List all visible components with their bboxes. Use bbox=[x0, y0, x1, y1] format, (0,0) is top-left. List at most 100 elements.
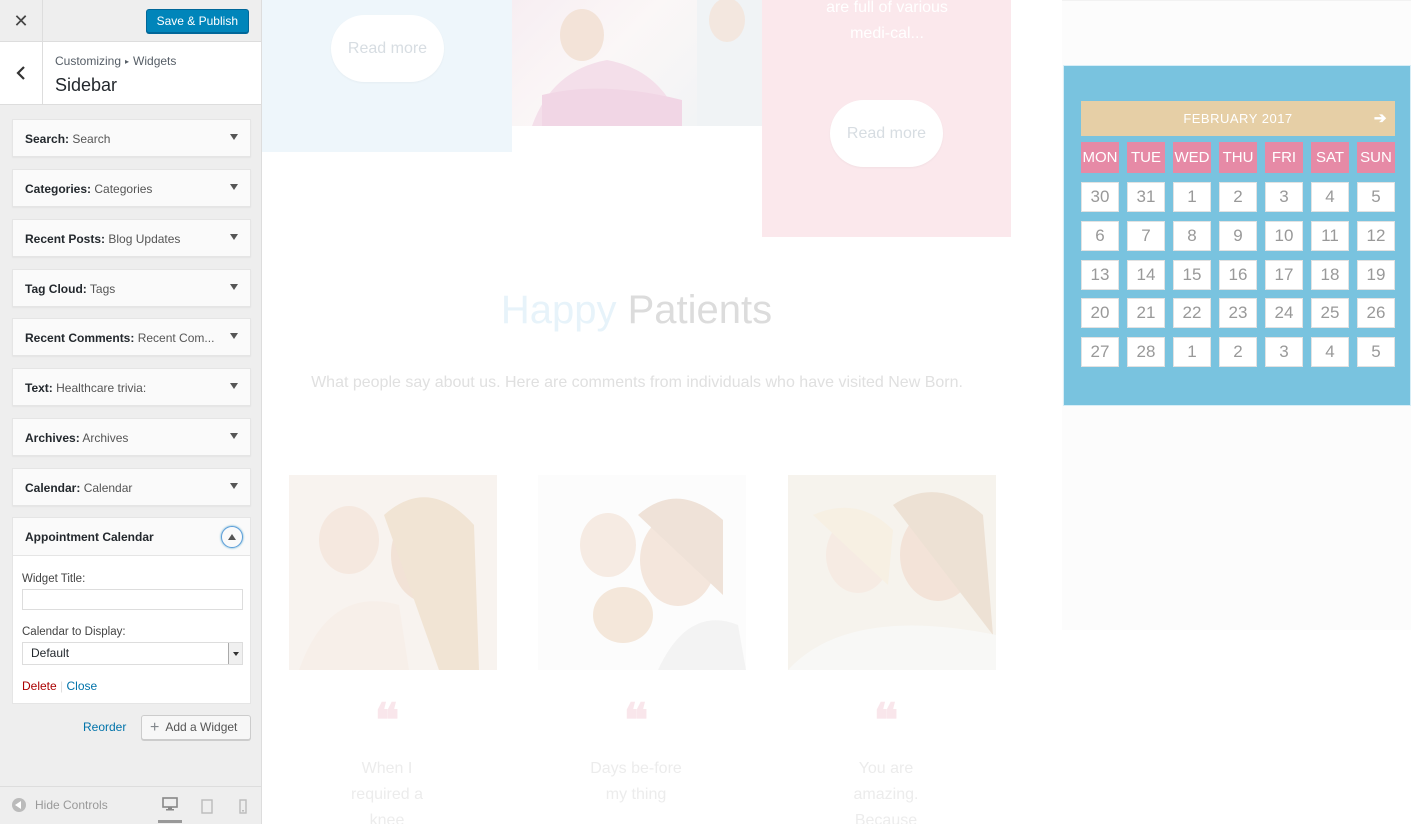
close-icon: ✕ bbox=[13, 10, 29, 31]
calendar-day[interactable]: 1 bbox=[1173, 182, 1211, 212]
back-button[interactable] bbox=[0, 42, 43, 104]
calendar-day[interactable]: 8 bbox=[1173, 221, 1211, 251]
calendar-day[interactable]: 27 bbox=[1081, 337, 1119, 367]
widget-actions: Delete | Close bbox=[22, 679, 97, 693]
widget-calendar[interactable]: Calendar: Calendar bbox=[12, 468, 251, 506]
preview-tablet-button[interactable] bbox=[195, 795, 219, 817]
calendar-day[interactable]: 21 bbox=[1127, 298, 1165, 328]
calendar-day[interactable]: 28 bbox=[1127, 337, 1165, 367]
widget-type: Recent Posts: bbox=[25, 232, 106, 246]
preview-mobile-button[interactable] bbox=[231, 795, 255, 817]
reorder-link[interactable]: Reorder bbox=[83, 720, 126, 734]
widget-text[interactable]: Text: Healthcare trivia: bbox=[12, 368, 251, 406]
hide-controls-button[interactable]: Hide Controls bbox=[12, 798, 108, 812]
expand-arrow-icon[interactable] bbox=[230, 284, 238, 290]
calendar-day[interactable]: 12 bbox=[1357, 221, 1395, 251]
widget-title-input[interactable] bbox=[22, 589, 243, 610]
widget-instance: Healthcare trivia: bbox=[56, 381, 147, 395]
preview-desktop-button[interactable] bbox=[158, 793, 182, 823]
calendar-day[interactable]: 4 bbox=[1311, 182, 1349, 212]
section-title-word1: Happy bbox=[500, 288, 617, 332]
calendar-day[interactable]: 7 bbox=[1127, 221, 1165, 251]
next-month-arrow-icon[interactable]: ➔ bbox=[1374, 101, 1387, 136]
calendar-day[interactable]: 17 bbox=[1265, 260, 1303, 290]
calendar-month-header: FEBRUARY 2017 ➔ bbox=[1081, 101, 1395, 136]
collapse-widget-button[interactable] bbox=[221, 526, 243, 548]
patient-photo-3 bbox=[788, 475, 996, 670]
calendar-day[interactable]: 13 bbox=[1081, 260, 1119, 290]
calendar-day[interactable]: 23 bbox=[1219, 298, 1257, 328]
calendar-day[interactable]: 5 bbox=[1357, 182, 1395, 212]
calendar-day[interactable]: 10 bbox=[1265, 221, 1303, 251]
calendar-day[interactable]: 30 bbox=[1081, 182, 1119, 212]
expand-arrow-icon[interactable] bbox=[230, 383, 238, 389]
widget-instance: Archives bbox=[82, 431, 129, 445]
calendar-day[interactable]: 3 bbox=[1265, 337, 1303, 367]
widget-header[interactable]: Appointment Calendar bbox=[13, 518, 250, 556]
expand-arrow-icon[interactable] bbox=[230, 234, 238, 240]
close-customizer-button[interactable]: ✕ bbox=[0, 0, 43, 42]
calendar-day[interactable]: 31 bbox=[1127, 182, 1165, 212]
calendar-day[interactable]: 15 bbox=[1173, 260, 1211, 290]
hide-controls-label: Hide Controls bbox=[35, 798, 108, 812]
calendar-day[interactable]: 5 bbox=[1357, 337, 1395, 367]
widget-appointment-calendar: Appointment Calendar Widget Title: Calen… bbox=[12, 517, 251, 704]
doctor-patient-photo bbox=[532, 0, 762, 126]
calendar-day[interactable]: 25 bbox=[1311, 298, 1349, 328]
breadcrumb: Customizing ▸ Widgets bbox=[55, 54, 176, 68]
calendar-day[interactable]: 19 bbox=[1357, 260, 1395, 290]
expand-arrow-icon[interactable] bbox=[230, 433, 238, 439]
calendar-day[interactable]: 26 bbox=[1357, 298, 1395, 328]
calendar-day[interactable]: 2 bbox=[1219, 182, 1257, 212]
calendar-day[interactable]: 22 bbox=[1173, 298, 1211, 328]
read-more-button[interactable]: Read more bbox=[830, 100, 943, 167]
calendar-day[interactable]: 18 bbox=[1311, 260, 1349, 290]
weekday-header: THU bbox=[1219, 142, 1257, 173]
widget-archives[interactable]: Archives: Archives bbox=[12, 418, 251, 456]
calendar-day[interactable]: 6 bbox=[1081, 221, 1119, 251]
calendar-day[interactable]: 9 bbox=[1219, 221, 1257, 251]
delete-link[interactable]: Delete bbox=[22, 679, 57, 693]
dropdown-arrow-icon[interactable] bbox=[228, 643, 242, 664]
plus-icon: + bbox=[150, 719, 160, 736]
expand-arrow-icon[interactable] bbox=[230, 483, 238, 489]
customizer-sidebar: ✕ Save & Publish Customizing ▸ Widgets Sid… bbox=[0, 0, 262, 824]
service-card-image bbox=[512, 0, 762, 126]
calendar-day[interactable]: 4 bbox=[1311, 337, 1349, 367]
divider bbox=[1062, 0, 1411, 1]
widget-type: Archives: bbox=[25, 431, 80, 445]
widget-type: Tag Cloud: bbox=[25, 282, 87, 296]
widget-instance: Blog Updates bbox=[108, 232, 181, 246]
calendar-day[interactable]: 16 bbox=[1219, 260, 1257, 290]
widget-search[interactable]: Search: Search bbox=[12, 119, 251, 157]
collapse-circle-icon bbox=[12, 798, 26, 812]
calendar-day[interactable]: 20 bbox=[1081, 298, 1119, 328]
expand-arrow-icon[interactable] bbox=[230, 333, 238, 339]
calendar-select[interactable]: Default bbox=[22, 642, 243, 665]
widget-recent-comments[interactable]: Recent Comments: Recent Com... bbox=[12, 318, 251, 356]
calendar-day[interactable]: 11 bbox=[1311, 221, 1349, 251]
calendar-widget: FEBRUARY 2017 ➔ MON TUE WED THU FRI SAT … bbox=[1063, 65, 1411, 406]
weekday-header: WED bbox=[1173, 142, 1211, 173]
testimonial-text: You are amazing. Because bbox=[853, 760, 919, 824]
expand-arrow-icon[interactable] bbox=[230, 134, 238, 140]
calendar-day[interactable]: 3 bbox=[1265, 182, 1303, 212]
calendar-day[interactable]: 1 bbox=[1173, 337, 1211, 367]
expand-arrow-icon[interactable] bbox=[230, 184, 238, 190]
calendar-day[interactable]: 24 bbox=[1265, 298, 1303, 328]
widget-instance: Recent Com... bbox=[137, 331, 215, 345]
widget-recent-posts[interactable]: Recent Posts: Blog Updates bbox=[12, 219, 251, 257]
widget-title-label: Widget Title: bbox=[22, 573, 86, 585]
read-more-button[interactable]: Read more bbox=[331, 15, 444, 82]
close-link[interactable]: Close bbox=[67, 679, 98, 693]
add-widget-button[interactable]: + Add a Widget bbox=[141, 715, 251, 740]
save-publish-button[interactable]: Save & Publish bbox=[145, 9, 249, 33]
calendar-day[interactable]: 14 bbox=[1127, 260, 1165, 290]
breadcrumb-widgets: Widgets bbox=[133, 54, 177, 68]
widget-tag-cloud[interactable]: Tag Cloud: Tags bbox=[12, 269, 251, 307]
widget-categories[interactable]: Categories: Categories bbox=[12, 169, 251, 207]
chevron-left-icon bbox=[16, 66, 25, 80]
calendar-select-value: Default bbox=[31, 646, 70, 660]
calendar-day[interactable]: 2 bbox=[1219, 337, 1257, 367]
quote-icon: ❝ bbox=[374, 693, 400, 747]
